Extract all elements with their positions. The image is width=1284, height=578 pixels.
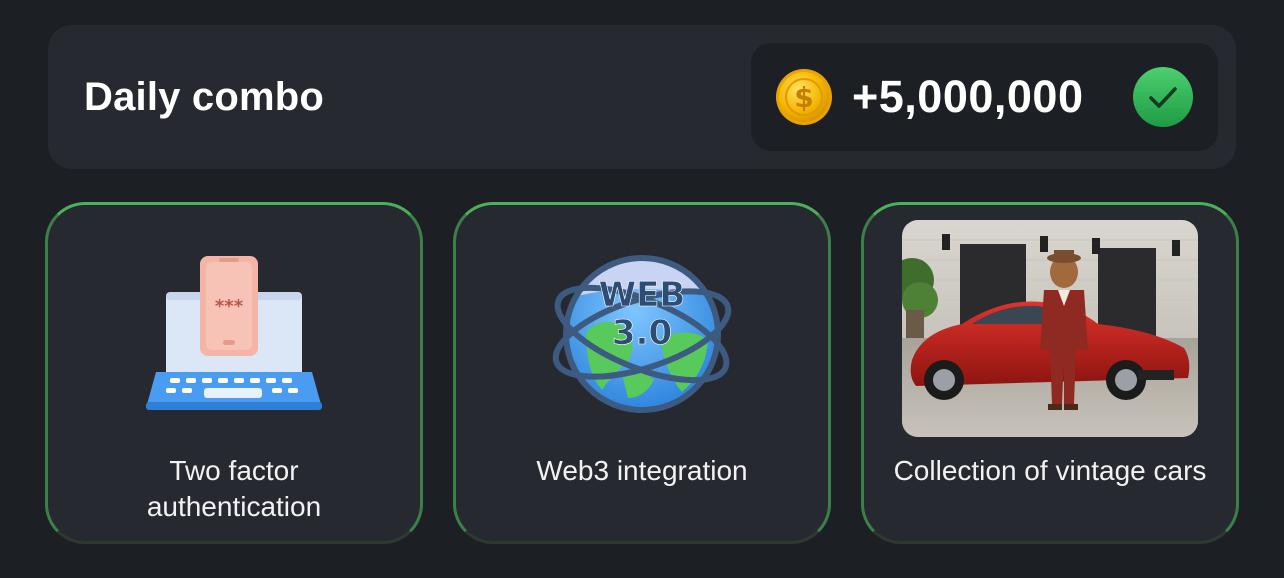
daily-combo-header: Daily combo $ +5,000,000 [48, 25, 1236, 169]
reward-amount: +5,000,000 [852, 71, 1084, 122]
version-text: 3.0 [612, 313, 672, 353]
card-label-line-1: Two factor [169, 455, 299, 486]
laptop-phone-password-icon: *** [146, 256, 322, 410]
card-label: Collection of vintage cars [893, 455, 1207, 486]
daily-combo-widget: Daily combo $ +5,000,000 *** Two factor … [0, 0, 1284, 578]
combo-card-web3[interactable]: WEB 3.0 Web3 integration [453, 202, 831, 544]
coin-icon: $ [776, 69, 832, 125]
hamster-vintage-car-photo [902, 220, 1198, 437]
svg-text:$: $ [794, 81, 813, 114]
reward-pill: $ +5,000,000 [751, 43, 1218, 151]
card-label-line-2: authentication [146, 491, 322, 522]
check-icon [1133, 67, 1193, 127]
card-label: Web3 integration [536, 455, 748, 486]
daily-combo-title: Daily combo [84, 75, 325, 119]
web-text: WEB [599, 275, 686, 315]
web3-globe-icon: WEB 3.0 [552, 255, 732, 413]
vintage-car-illustration [902, 220, 1198, 437]
combo-card-vintage-cars[interactable]: Collection of vintage cars [861, 202, 1239, 544]
combo-card-two-factor[interactable]: *** Two factor authentication [45, 202, 423, 544]
card-label: Two factor authentication [58, 453, 410, 525]
svg-text:***: *** [215, 296, 244, 317]
